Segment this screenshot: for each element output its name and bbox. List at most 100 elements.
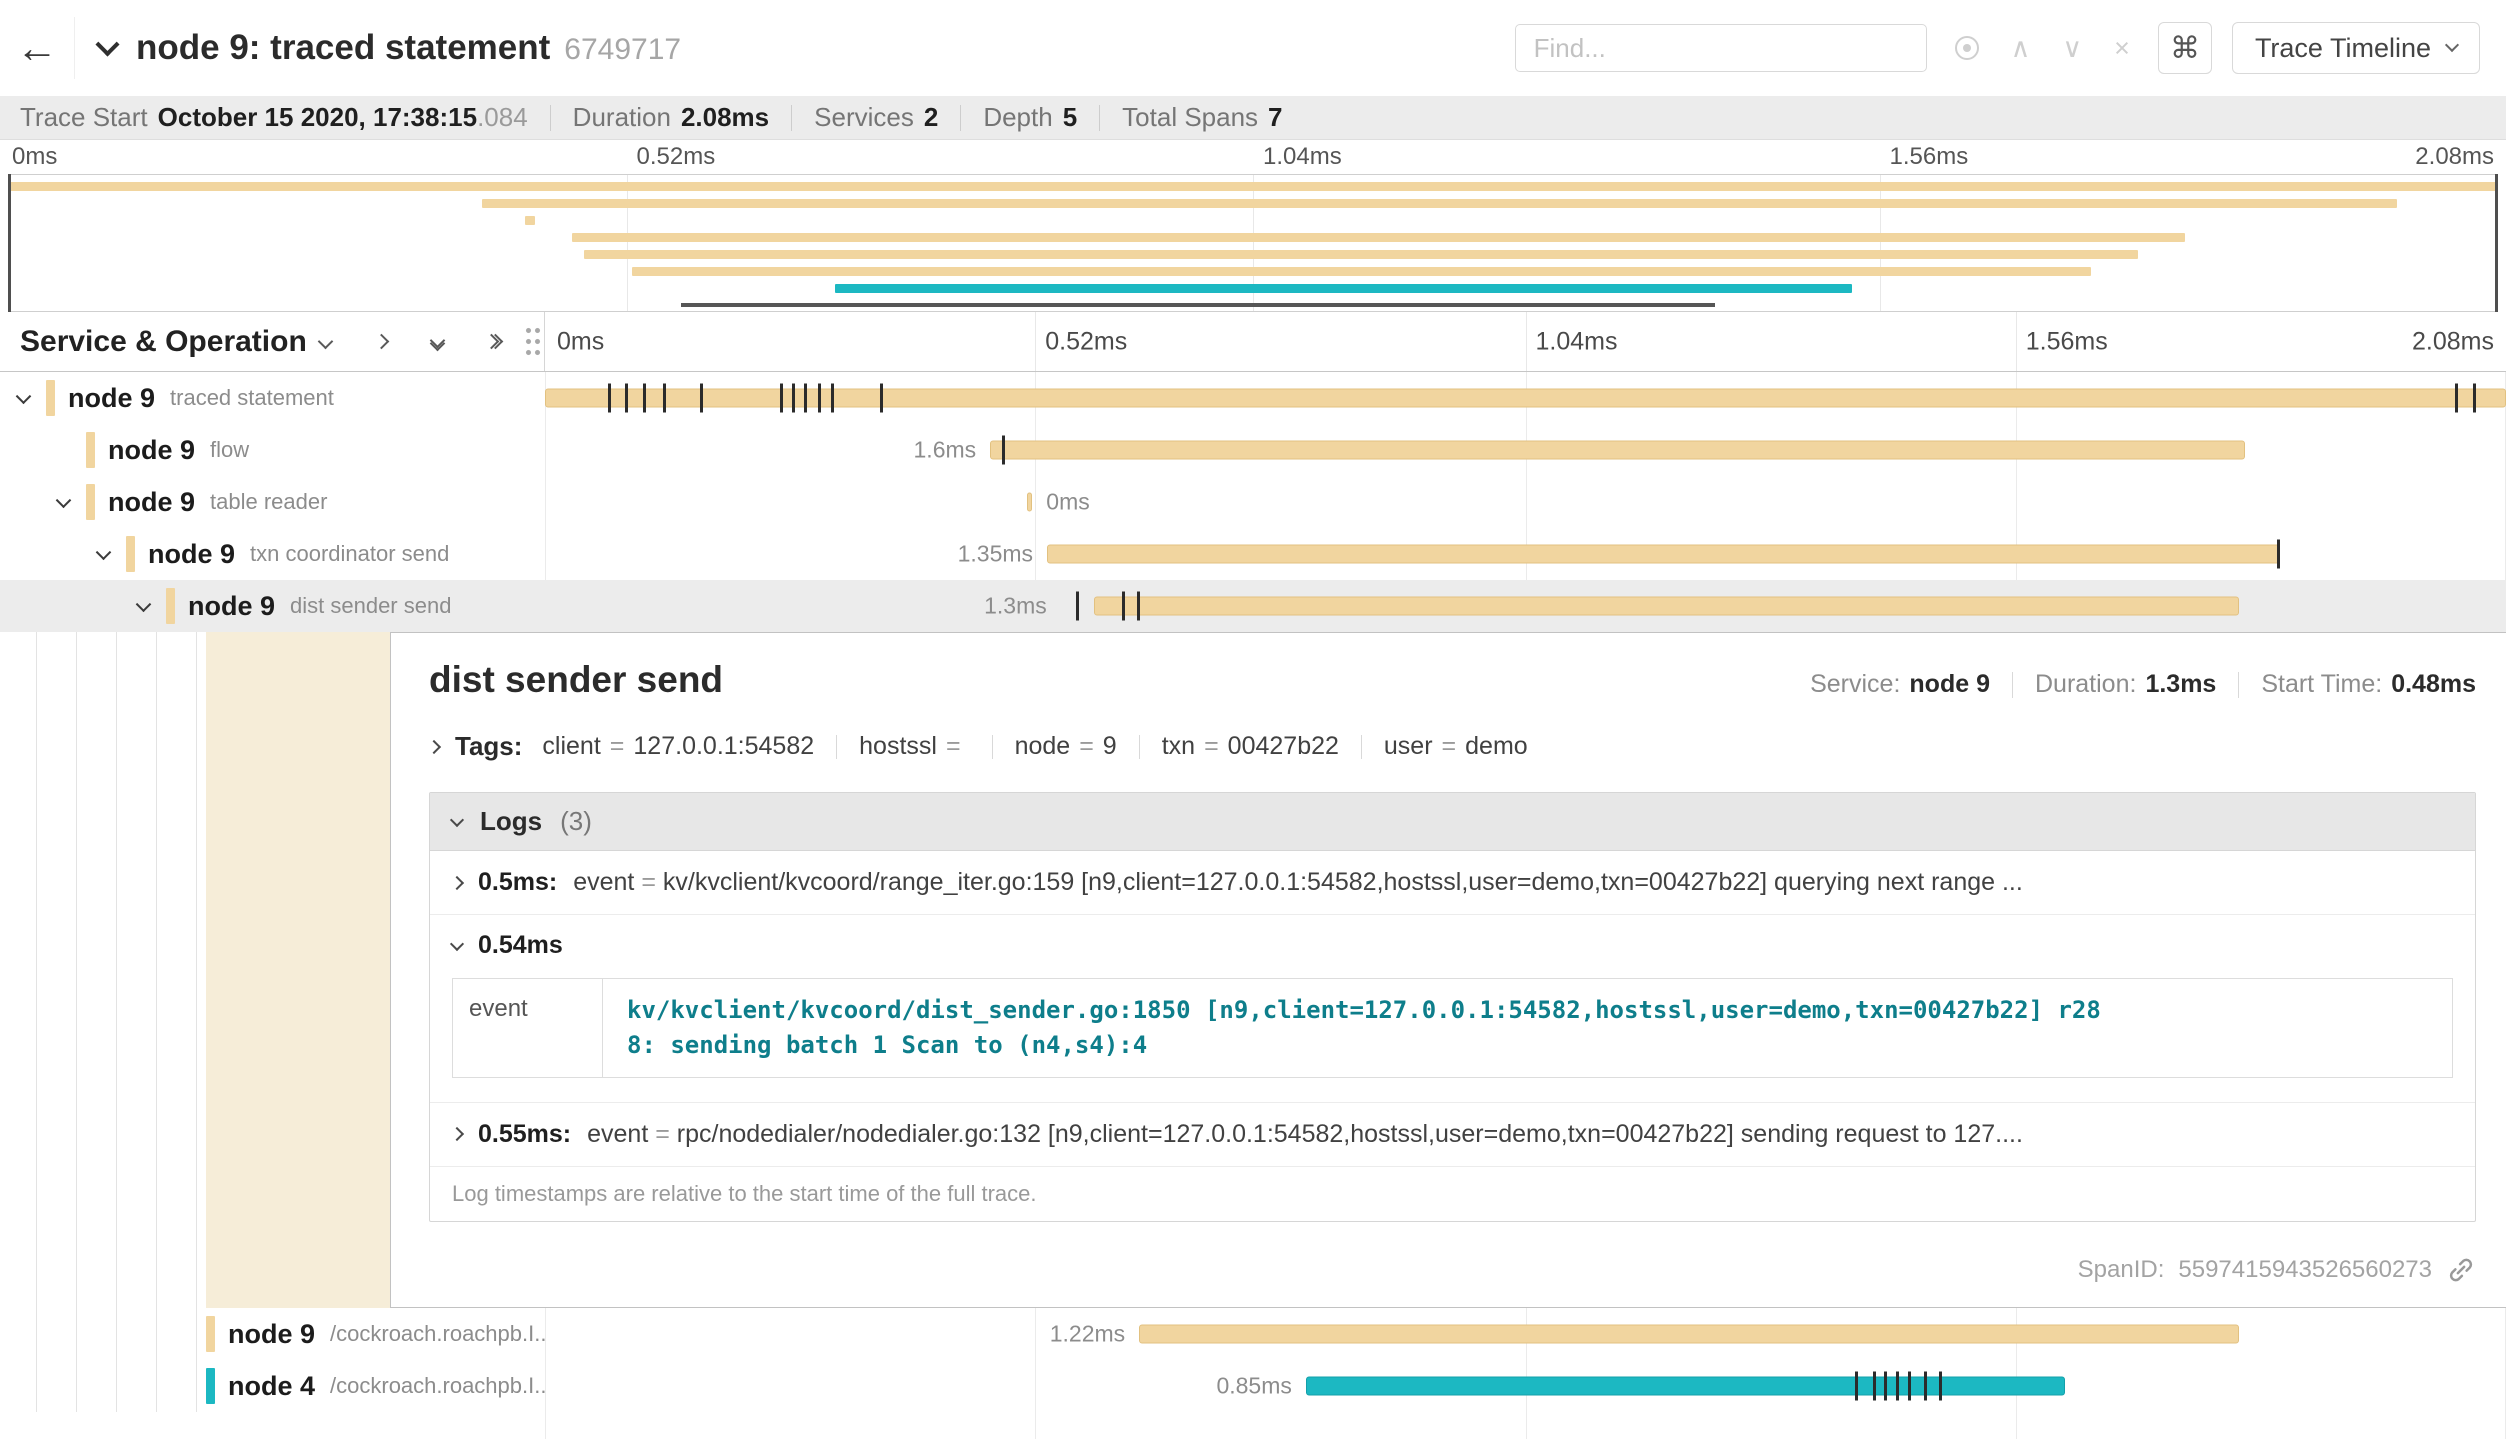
span-expand-chevron-icon[interactable]: [16, 389, 32, 405]
logs-header[interactable]: Logs (3): [430, 793, 2475, 851]
next-result-icon[interactable]: ∨: [2062, 35, 2082, 62]
summary-separator: [1099, 105, 1100, 131]
span-bar[interactable]: [1047, 545, 2280, 564]
viewport-handle-left[interactable]: [8, 174, 11, 312]
span-bar[interactable]: [1306, 1377, 2065, 1396]
collapse-one-icon[interactable]: [310, 327, 340, 357]
span-row[interactable]: node 9table reader0ms: [0, 476, 2506, 528]
log-entry-header[interactable]: 0.54ms: [430, 915, 2475, 970]
ruler-gridline: [1526, 312, 1527, 371]
match-count-icon: [1955, 36, 1979, 60]
logs-label: Logs: [480, 806, 542, 837]
span-expand-chevron-icon[interactable]: [96, 545, 112, 561]
span-timeline-cell[interactable]: 0ms: [545, 476, 2506, 528]
span-name-cell[interactable]: node 9txn coordinator send: [0, 528, 545, 580]
tree-guide-line: [156, 1308, 157, 1360]
span-name-cell[interactable]: node 4/cockroach.roachpb.I...: [0, 1360, 545, 1412]
span-row[interactable]: node 9dist sender send 1.3ms: [0, 580, 2506, 632]
minimap-span-bar: [10, 182, 2496, 191]
tag-key: user: [1384, 732, 1433, 761]
services-value: 2: [924, 102, 938, 133]
span-expand-chevron-icon[interactable]: [136, 597, 152, 613]
expand-one-icon[interactable]: [366, 327, 396, 357]
span-timeline-cell[interactable]: 0.85ms: [545, 1360, 2506, 1412]
span-timeline-cell[interactable]: 1.22ms: [545, 1308, 2506, 1360]
keyboard-shortcuts-button[interactable]: ⌘: [2158, 22, 2212, 74]
span-name: node 9dist sender send: [166, 580, 451, 632]
tag-key: txn: [1162, 732, 1195, 761]
meta-separator: [2238, 672, 2239, 698]
span-rows-tail: node 9/cockroach.roachpb.I...1.22msnode …: [0, 1308, 2506, 1412]
trace-view-selector[interactable]: Trace Timeline: [2232, 22, 2480, 74]
log-field-key: event: [573, 868, 634, 896]
minimap-span-bar: [482, 199, 2396, 208]
log-field-row: eventkv/kvclient/kvcoord/dist_sender.go:…: [453, 979, 2452, 1077]
span-tags-row[interactable]: Tags: client=127.0.0.1:54582hostssl=node…: [429, 731, 2476, 762]
span-name-cell[interactable]: node 9/cockroach.roachpb.I...: [0, 1308, 545, 1360]
tree-guide-line: [116, 632, 117, 1308]
timeline-header-row: Service & Operation 0ms0.52ms1.04ms1.56m…: [0, 312, 2506, 372]
meta-separator: [2012, 672, 2013, 698]
prev-result-icon[interactable]: ∧: [2011, 35, 2031, 62]
span-event-tick: [2455, 384, 2458, 413]
clear-search-icon[interactable]: ×: [2114, 35, 2130, 62]
minimap-tick-label: 2.08ms: [2415, 143, 2494, 171]
tag-key: hostssl: [859, 732, 937, 761]
span-timeline-cell[interactable]: 1.6ms: [545, 424, 2506, 476]
trace-minimap: 0ms0.52ms1.04ms1.56ms2.08ms: [0, 140, 2506, 312]
span-timeline-cell[interactable]: [545, 372, 2506, 424]
collapse-all-icon[interactable]: [422, 327, 452, 357]
span-row[interactable]: node 9flow1.6ms: [0, 424, 2506, 476]
column-resizer-grip[interactable]: [524, 325, 542, 359]
span-row[interactable]: node 4/cockroach.roachpb.I...0.85ms: [0, 1360, 2506, 1412]
back-button[interactable]: ←: [0, 0, 74, 96]
viewport-handle-right[interactable]: [2495, 174, 2498, 312]
span-name-cell[interactable]: node 9flow: [0, 424, 545, 476]
tag-separator: [836, 735, 837, 759]
log-entry[interactable]: 0.55ms:event = rpc/nodedialer/nodedialer…: [430, 1103, 2475, 1167]
span-name-cell[interactable]: node 9traced statement: [0, 372, 545, 424]
span-timeline-cell[interactable]: 1.3ms: [545, 580, 2506, 632]
span-event-tick: [1002, 436, 1005, 465]
span-name-cell[interactable]: node 9dist sender send: [0, 580, 545, 632]
span-bar[interactable]: [1027, 493, 1032, 512]
span-row[interactable]: node 9txn coordinator send 1.35ms: [0, 528, 2506, 580]
copy-link-icon[interactable]: [2446, 1255, 2476, 1285]
span-logs-section: Logs (3) 0.5ms:event = kv/kvclient/kvcoo…: [429, 792, 2476, 1222]
operation-name: /cockroach.roachpb.I...: [330, 1373, 545, 1399]
span-event-tick: [643, 384, 646, 413]
span-bar[interactable]: [1139, 1325, 2239, 1344]
meta-value: 0.48ms: [2391, 670, 2476, 698]
minimap-span-bar: [572, 233, 2185, 242]
span-timeline-cell[interactable]: 1.35ms: [545, 528, 2506, 580]
collapse-trace-chevron-icon[interactable]: [95, 32, 119, 56]
log-entry[interactable]: 0.5ms:event = kv/kvclient/kvcoord/range_…: [430, 851, 2475, 915]
span-id-value: 5597415943526560273: [2178, 1256, 2432, 1284]
span-event-tick: [625, 384, 628, 413]
meta-value: 1.3ms: [2145, 670, 2216, 698]
log-equals: =: [634, 868, 663, 896]
span-row[interactable]: node 9traced statement: [0, 372, 2506, 424]
service-operation-label: Service & Operation: [20, 325, 307, 359]
minimap-tick-label: 0ms: [12, 143, 57, 171]
service-color-bar: [86, 432, 95, 468]
log-entries: 0.5ms:event = kv/kvclient/kvcoord/range_…: [430, 851, 2475, 1167]
span-row[interactable]: node 9/cockroach.roachpb.I...1.22ms: [0, 1308, 2506, 1360]
expand-all-icon[interactable]: [478, 327, 508, 357]
span-bar[interactable]: [990, 441, 2245, 460]
span-duration-label: 1.35ms: [958, 541, 1033, 568]
find-input[interactable]: [1515, 24, 1927, 72]
span-name-cell[interactable]: node 9table reader: [0, 476, 545, 528]
meta-label: Start Time:: [2261, 670, 2382, 698]
ruler-gridline: [2016, 312, 2017, 371]
tree-guide-line: [76, 1360, 77, 1412]
log-timestamp: 0.54ms: [478, 931, 563, 960]
span-bar[interactable]: [545, 389, 2506, 408]
minimap-canvas[interactable]: [0, 174, 2506, 312]
tag-value: 127.0.0.1:54582: [633, 732, 814, 761]
span-rows-top: node 9traced statementnode 9flow1.6msnod…: [0, 372, 2506, 632]
span-detail-meta: Service:node 9Duration:1.3msStart Time:0…: [1810, 670, 2476, 699]
span-expand-chevron-icon[interactable]: [56, 493, 72, 509]
span-bar[interactable]: [1094, 597, 2239, 616]
trace-id: 6749717: [564, 33, 681, 66]
